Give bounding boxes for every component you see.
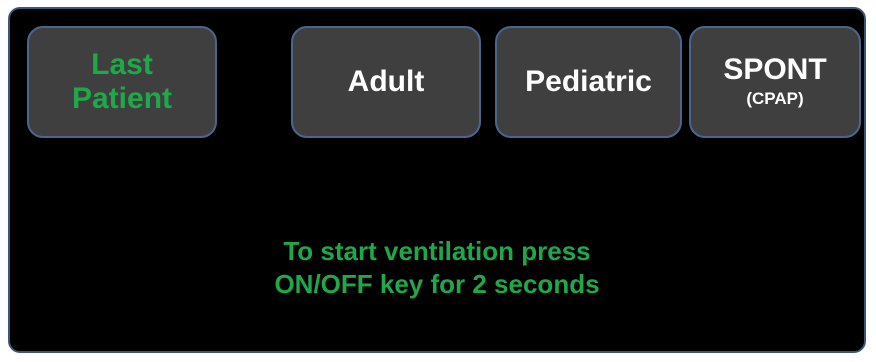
spont-cpap-button[interactable]: SPONT (CPAP)	[689, 26, 861, 138]
instruction-line1: To start ventilation press	[283, 236, 591, 266]
last-patient-label-line1: Last	[91, 48, 153, 81]
instruction-line2: ON/OFF key for 2 seconds	[274, 269, 600, 299]
pediatric-label: Pediatric	[525, 65, 652, 98]
adult-button[interactable]: Adult	[291, 26, 481, 138]
last-patient-button[interactable]: Last Patient	[27, 26, 217, 138]
adult-label: Adult	[347, 65, 425, 98]
last-patient-label-line2: Patient	[71, 82, 173, 115]
pediatric-button[interactable]: Pediatric	[495, 26, 682, 138]
start-ventilation-instruction: To start ventilation press ON/OFF key fo…	[10, 235, 864, 301]
cpap-sublabel: (CPAP)	[746, 89, 804, 108]
ventilator-start-screen: Last Patient Adult Pediatric SPONT (CPAP…	[8, 7, 866, 353]
spont-label: SPONT	[723, 53, 827, 86]
